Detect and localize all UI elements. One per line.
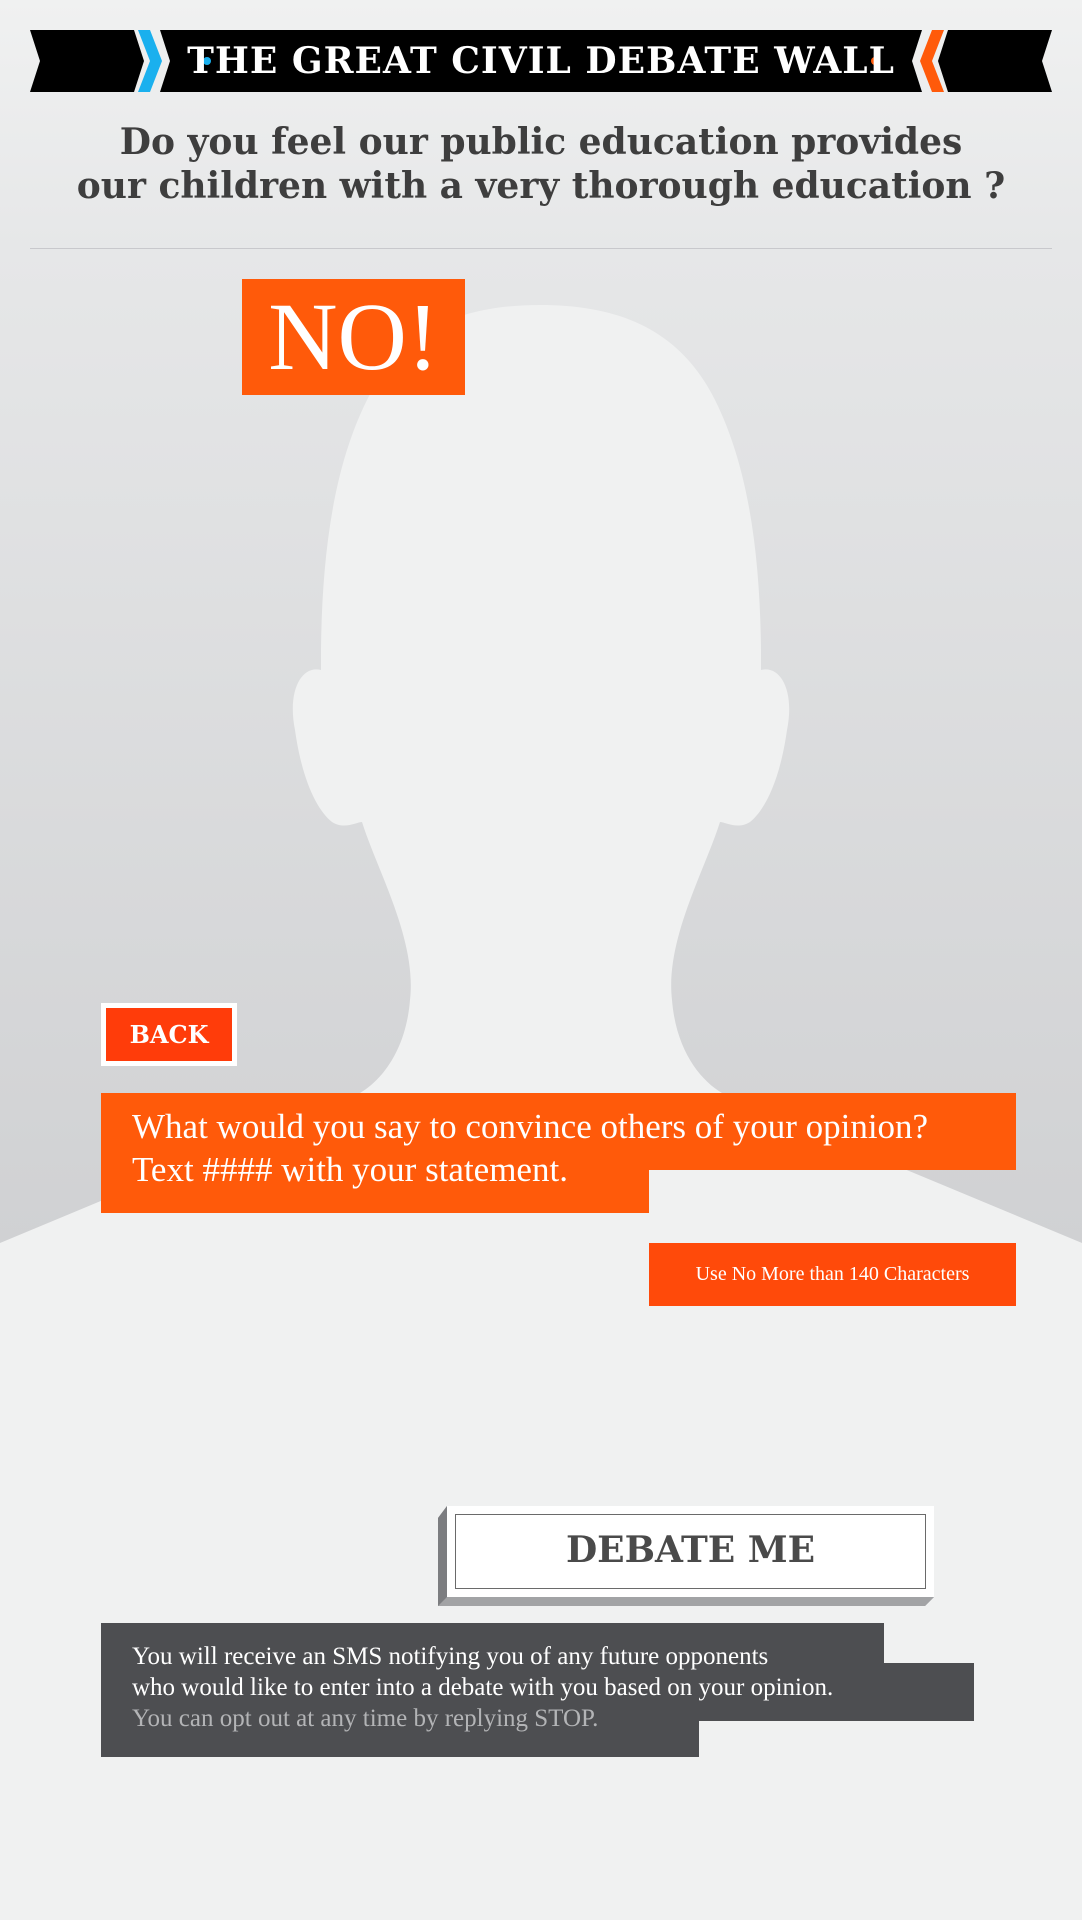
header-banner: THE GREAT CIVIL DEBATE WALL [30, 30, 1052, 92]
back-button[interactable]: BACK [101, 1003, 237, 1066]
info-line: You will receive an SMS notifying you of… [132, 1643, 769, 1670]
statement-prompt: What would you say to convince others of… [132, 1105, 928, 1191]
page-title: THE GREAT CIVIL DEBATE WALL [187, 40, 895, 82]
divider [30, 248, 1052, 249]
prompt-line: Text #### with your statement. [132, 1150, 568, 1189]
debate-me-label: DEBATE ME [455, 1514, 926, 1589]
stance-badge: NO! [242, 279, 465, 395]
question-line: our children with a very thorough educat… [76, 165, 1006, 207]
question-line: Do you feel our public education provide… [119, 121, 963, 163]
debate-question: Do you feel our public education provide… [0, 120, 1082, 208]
info-line: who would like to enter into a debate wi… [132, 1674, 834, 1701]
opt-out-note: You can opt out at any time by replying … [132, 1705, 599, 1732]
debate-me-button[interactable]: DEBATE ME [447, 1506, 934, 1597]
sms-info: You will receive an SMS notifying you of… [132, 1641, 833, 1734]
character-limit-note: Use No More than 140 Characters [649, 1243, 1016, 1306]
back-button-label: BACK [106, 1008, 232, 1061]
prompt-line: What would you say to convince others of… [132, 1107, 929, 1146]
